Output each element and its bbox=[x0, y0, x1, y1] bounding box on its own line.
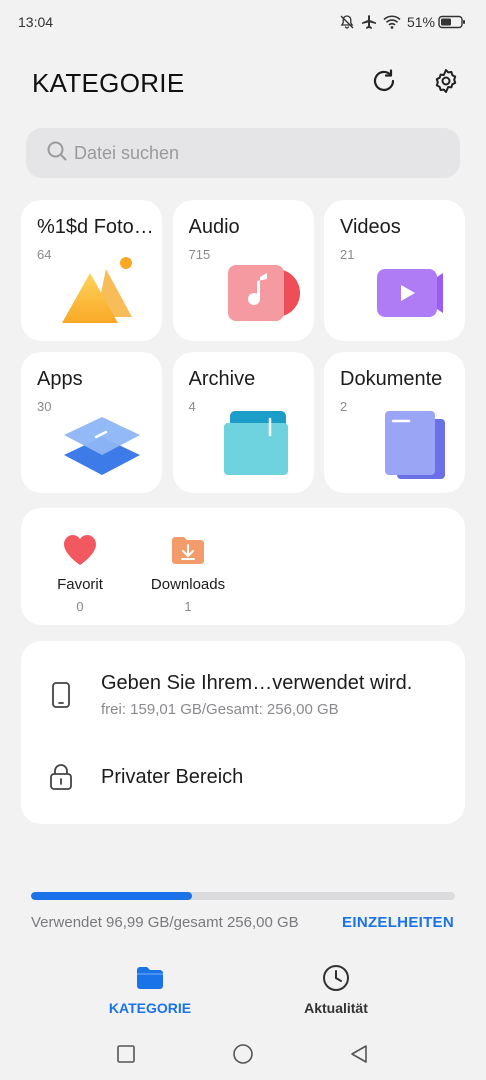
private-area-title: Privater Bereich bbox=[101, 765, 244, 788]
tab-label: KATEGORIE bbox=[108, 1000, 192, 1016]
category-label: Videos bbox=[340, 216, 401, 238]
tab-label: Aktualität bbox=[304, 1000, 368, 1016]
home-button[interactable] bbox=[229, 1040, 257, 1068]
shortcut-label: Downloads bbox=[150, 576, 226, 593]
heart-icon bbox=[64, 535, 96, 565]
storage-internal-row[interactable]: Geben Sie Ihrem…verwendet wird. frei: 15… bbox=[21, 672, 465, 718]
category-count: 4 bbox=[188, 399, 196, 414]
category-label: Archive bbox=[188, 368, 256, 390]
system-navigation-bar bbox=[0, 1040, 486, 1068]
storage-card: Geben Sie Ihrem…verwendet wird. frei: 15… bbox=[21, 641, 465, 824]
airplane-icon bbox=[361, 14, 377, 30]
battery-indicator: 51% bbox=[407, 14, 466, 30]
category-documents[interactable]: Dokumente 2 bbox=[324, 352, 465, 493]
battery-icon bbox=[438, 15, 466, 29]
wifi-icon bbox=[383, 14, 401, 30]
category-count: 715 bbox=[188, 247, 211, 262]
mute-icon bbox=[339, 14, 355, 30]
category-archive[interactable]: Archive 4 bbox=[172, 352, 314, 493]
tab-aktualitaet[interactable]: Aktualität bbox=[261, 962, 411, 1016]
recents-button[interactable] bbox=[112, 1040, 140, 1068]
shortcut-favorites[interactable]: Favorit 0 bbox=[30, 530, 130, 614]
category-audio[interactable]: Audio 715 bbox=[172, 200, 314, 341]
video-camera-icon bbox=[377, 269, 443, 317]
shortcut-label: Favorit bbox=[57, 576, 103, 593]
download-folder-icon bbox=[172, 537, 204, 564]
category-label: Dokumente bbox=[340, 368, 443, 390]
refresh-button[interactable] bbox=[366, 65, 402, 101]
tab-kategorie[interactable]: KATEGORIE bbox=[75, 962, 225, 1016]
settings-button[interactable] bbox=[428, 65, 464, 101]
category-grid: %1$d Foto… 64 Audio 715 Videos 21 Apps 3… bbox=[21, 200, 465, 493]
storage-internal-subtitle: frei: 159,01 GB/Gesamt: 256,00 GB bbox=[101, 701, 339, 718]
music-note-icon bbox=[227, 265, 300, 321]
search-icon bbox=[46, 140, 68, 167]
status-time: 13:04 bbox=[18, 14, 54, 30]
archive-folder-icon bbox=[223, 411, 288, 475]
category-label: Audio bbox=[188, 216, 240, 238]
shortcut-downloads[interactable]: Downloads 1 bbox=[138, 530, 238, 614]
status-bar: 13:04 51% bbox=[0, 0, 486, 44]
storage-usage-fill bbox=[31, 892, 192, 900]
photo-icon bbox=[62, 257, 132, 323]
category-count: 30 bbox=[37, 399, 52, 414]
header-actions bbox=[366, 65, 464, 101]
category-label: Apps bbox=[37, 368, 83, 390]
document-icon bbox=[385, 411, 445, 479]
category-label: %1$d Foto… bbox=[37, 216, 154, 238]
storage-usage-text: Verwendet 96,99 GB/gesamt 256,00 GB bbox=[31, 914, 299, 931]
category-count: 21 bbox=[340, 247, 355, 262]
private-area-row[interactable]: Privater Bereich bbox=[21, 763, 465, 791]
apps-layers-icon bbox=[64, 417, 140, 475]
search-input[interactable] bbox=[74, 142, 454, 164]
category-videos[interactable]: Videos 21 bbox=[324, 200, 465, 341]
back-triangle-icon bbox=[351, 1045, 367, 1063]
circle-icon bbox=[233, 1044, 253, 1064]
category-apps[interactable]: Apps 30 bbox=[21, 352, 162, 493]
battery-percent: 51% bbox=[406, 14, 435, 30]
square-icon bbox=[117, 1045, 135, 1063]
search-bar[interactable] bbox=[26, 128, 460, 178]
category-count: 2 bbox=[340, 399, 348, 414]
shortcut-count: 0 bbox=[76, 599, 84, 614]
category-count: 64 bbox=[37, 247, 52, 262]
shortcut-count: 1 bbox=[184, 599, 192, 614]
lock-icon bbox=[50, 764, 72, 790]
settings-icon bbox=[432, 67, 460, 100]
folder-icon bbox=[137, 967, 163, 989]
shortcuts-card: Favorit 0 Downloads 1 bbox=[21, 508, 465, 625]
storage-internal-title: Geben Sie Ihrem…verwendet wird. bbox=[101, 672, 413, 694]
category-photos[interactable]: %1$d Foto… 64 bbox=[21, 200, 162, 341]
phone-icon bbox=[52, 682, 70, 708]
clock-icon bbox=[323, 965, 349, 991]
page-title: KATEGORIE bbox=[32, 67, 185, 98]
header: KATEGORIE bbox=[32, 58, 464, 108]
refresh-icon bbox=[370, 67, 398, 100]
status-icons: 51% bbox=[339, 14, 466, 30]
back-button[interactable] bbox=[345, 1040, 373, 1068]
storage-usage-bar bbox=[31, 892, 455, 900]
details-link[interactable]: EINZELHEITEN bbox=[342, 914, 454, 931]
